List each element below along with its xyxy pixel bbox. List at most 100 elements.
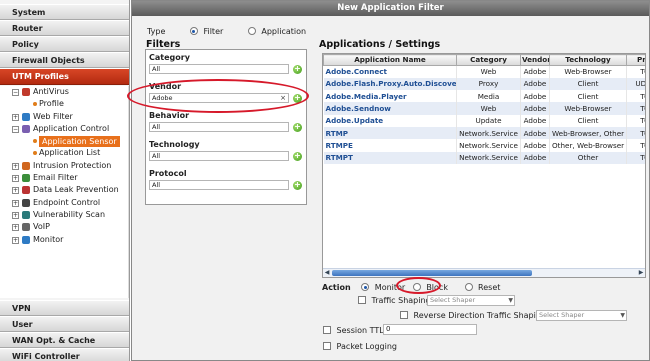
- scroll-left-icon[interactable]: ◀: [323, 269, 331, 277]
- clear-vendor-icon[interactable]: ×: [280, 94, 286, 102]
- app-name-cell[interactable]: Adobe.Update: [323, 114, 457, 127]
- session-ttl-checkbox[interactable]: [323, 326, 331, 334]
- collapse-icon[interactable]: −: [12, 89, 19, 96]
- expand-icon[interactable]: +: [12, 162, 19, 170]
- nav-section-firewall-objects[interactable]: Firewall Objects: [0, 52, 129, 68]
- reverse-shaping-label[interactable]: Reverse Direction Traffic Shaping: [414, 311, 546, 320]
- nav-tree-item[interactable]: + Monitor: [0, 234, 128, 246]
- nav-tree-item-label[interactable]: AntiVirus: [33, 86, 69, 98]
- type-filter-label[interactable]: Filter: [203, 27, 223, 36]
- nav-tree-item[interactable]: + Data Leak Prevention: [0, 184, 128, 196]
- nav-tree-item[interactable]: + Endpoint Control: [0, 197, 128, 209]
- table-row[interactable]: Adobe.Media.PlayerMediaAdobeClientTCP,: [323, 90, 645, 103]
- expand-icon[interactable]: +: [12, 224, 19, 232]
- nav-tree-item-label[interactable]: Application List: [39, 147, 100, 159]
- table-row[interactable]: RTMPTNetwork.ServiceAdobeOtherTCP,: [323, 151, 645, 164]
- nav-tree-item[interactable]: + Email Filter: [0, 172, 128, 184]
- expand-icon[interactable]: +: [12, 113, 19, 121]
- nav-tree-item-label[interactable]: Monitor: [33, 234, 63, 246]
- filter-behavior-field[interactable]: All: [149, 122, 289, 132]
- packet-logging-label[interactable]: Packet Logging: [337, 342, 397, 351]
- nav-tree-item-label[interactable]: Web Filter: [33, 111, 73, 123]
- nav-tree-item-label[interactable]: Data Leak Prevention: [33, 184, 119, 196]
- packet-logging-checkbox[interactable]: [323, 342, 331, 350]
- action-block-label[interactable]: Block: [426, 283, 448, 292]
- action-monitor-label[interactable]: Monitor: [375, 283, 405, 292]
- type-filter-radio[interactable]: [189, 27, 198, 35]
- traffic-shaping-checkbox[interactable]: [358, 296, 366, 304]
- nav-section-user[interactable]: User: [0, 316, 129, 332]
- action-block-radio[interactable]: [412, 283, 421, 291]
- action-reset-label[interactable]: Reset: [478, 283, 500, 292]
- session-ttl-input[interactable]: 0: [383, 324, 477, 335]
- app-name-cell[interactable]: Adobe.Sendnow: [323, 102, 457, 115]
- expand-icon[interactable]: +: [12, 199, 19, 207]
- app-name-cell[interactable]: Adobe.Flash.Proxy.Auto.Discovery: [323, 77, 457, 91]
- nav-tree-item[interactable]: − AntiVirus: [0, 86, 128, 98]
- nav-tree-item[interactable]: Application List: [0, 147, 128, 159]
- collapse-icon[interactable]: −: [12, 125, 19, 133]
- type-application-radio[interactable]: [247, 27, 256, 35]
- filter-technology-field[interactable]: All: [149, 151, 289, 161]
- filter-category-field[interactable]: All: [149, 64, 289, 74]
- nav-tree-item-label[interactable]: Vulnerability Scan: [33, 209, 105, 221]
- expand-icon[interactable]: +: [12, 175, 19, 183]
- reverse-shaping-checkbox[interactable]: [400, 311, 408, 319]
- horizontal-scrollbar[interactable]: ◀ ▶: [323, 268, 645, 277]
- col-header-category[interactable]: Category: [456, 54, 521, 66]
- nav-tree-item-label[interactable]: Application Sensor: [39, 136, 120, 148]
- shaper-select[interactable]: Select Shaper ▼: [427, 295, 515, 306]
- nav-section-utm-profiles[interactable]: UTM Profiles: [0, 68, 129, 85]
- table-row[interactable]: Adobe.UpdateUpdateAdobeClientTCP,: [323, 114, 645, 127]
- table-row[interactable]: RTMPE Network.Service Adobe Other, Web-Brow…: [323, 139, 645, 152]
- col-header-protocol[interactable]: Proto: [626, 54, 645, 66]
- nav-section-wifi-controller[interactable]: WiFi Controller: [0, 348, 129, 361]
- app-name-cell[interactable]: Adobe.Media.Player: [323, 90, 457, 103]
- col-header-vendor[interactable]: Vendor: [520, 54, 550, 66]
- app-name-cell[interactable]: RTMPE: [323, 139, 457, 152]
- add-behavior-icon[interactable]: +: [293, 123, 302, 132]
- action-monitor-radio[interactable]: [361, 283, 370, 291]
- session-ttl-label[interactable]: Session TTL: [337, 326, 384, 335]
- table-row[interactable]: Adobe.Flash.Proxy.Auto.Discovery Proxy Ado…: [323, 77, 645, 91]
- nav-tree-item[interactable]: Application Sensor: [0, 135, 128, 148]
- nav-tree-item-label[interactable]: Intrusion Protection: [33, 160, 111, 172]
- nav-section-policy[interactable]: Policy: [0, 36, 129, 52]
- nav-tree-item[interactable]: + VoIP: [0, 221, 128, 233]
- nav-tree-item-label[interactable]: Application Control: [33, 123, 109, 135]
- nav-tree-item[interactable]: + Vulnerability Scan: [0, 209, 128, 221]
- col-header-application-name[interactable]: Application Name: [323, 54, 457, 66]
- scrollbar-thumb[interactable]: [332, 270, 532, 276]
- table-row[interactable]: Adobe.SendnowWebAdobeWeb-BrowserTCP,: [323, 102, 645, 115]
- col-header-technology[interactable]: Technology: [549, 54, 627, 66]
- nav-tree-item-label[interactable]: VoIP: [33, 221, 50, 233]
- app-name-cell[interactable]: RTMP: [323, 126, 457, 140]
- expand-icon[interactable]: +: [12, 187, 19, 195]
- nav-tree-item[interactable]: Profile: [0, 98, 128, 110]
- nav-section-system[interactable]: System: [0, 4, 129, 20]
- nav-tree-item[interactable]: + Intrusion Protection: [0, 160, 128, 172]
- nav-section-router[interactable]: Router: [0, 20, 129, 36]
- action-reset-radio[interactable]: [464, 283, 473, 291]
- nav-tree-item-label[interactable]: Profile: [39, 98, 64, 110]
- filter-vendor-field[interactable]: Adobe ×: [149, 93, 289, 103]
- nav-tree-item-label[interactable]: Endpoint Control: [33, 197, 100, 209]
- nav-tree-item-label[interactable]: Email Filter: [33, 172, 78, 184]
- table-row[interactable]: Adobe.ConnectWebAdobeWeb-BrowserTCP,: [323, 65, 645, 78]
- nav-section-wan-opt[interactable]: WAN Opt. & Cache: [0, 332, 129, 348]
- type-application-label[interactable]: Application: [261, 27, 306, 36]
- table-row[interactable]: RTMP Network.Service Adobe Web-Browser, Oth…: [323, 126, 645, 140]
- add-vendor-icon[interactable]: +: [293, 94, 302, 103]
- nav-tree-item[interactable]: − Application Control: [0, 123, 128, 135]
- add-protocol-icon[interactable]: +: [293, 181, 302, 190]
- nav-section-vpn[interactable]: VPN: [0, 300, 129, 316]
- nav-tree-item[interactable]: + Web Filter: [0, 111, 128, 123]
- filter-protocol-field[interactable]: All: [149, 180, 289, 190]
- expand-icon[interactable]: +: [12, 236, 19, 244]
- add-category-icon[interactable]: +: [293, 65, 302, 74]
- reverse-shaper-select[interactable]: Select Shaper ▼: [536, 310, 627, 321]
- traffic-shaping-label[interactable]: Traffic Shaping: [372, 296, 431, 305]
- scroll-right-icon[interactable]: ▶: [637, 269, 645, 277]
- app-name-cell[interactable]: Adobe.Connect: [323, 65, 457, 78]
- expand-icon[interactable]: +: [12, 211, 19, 219]
